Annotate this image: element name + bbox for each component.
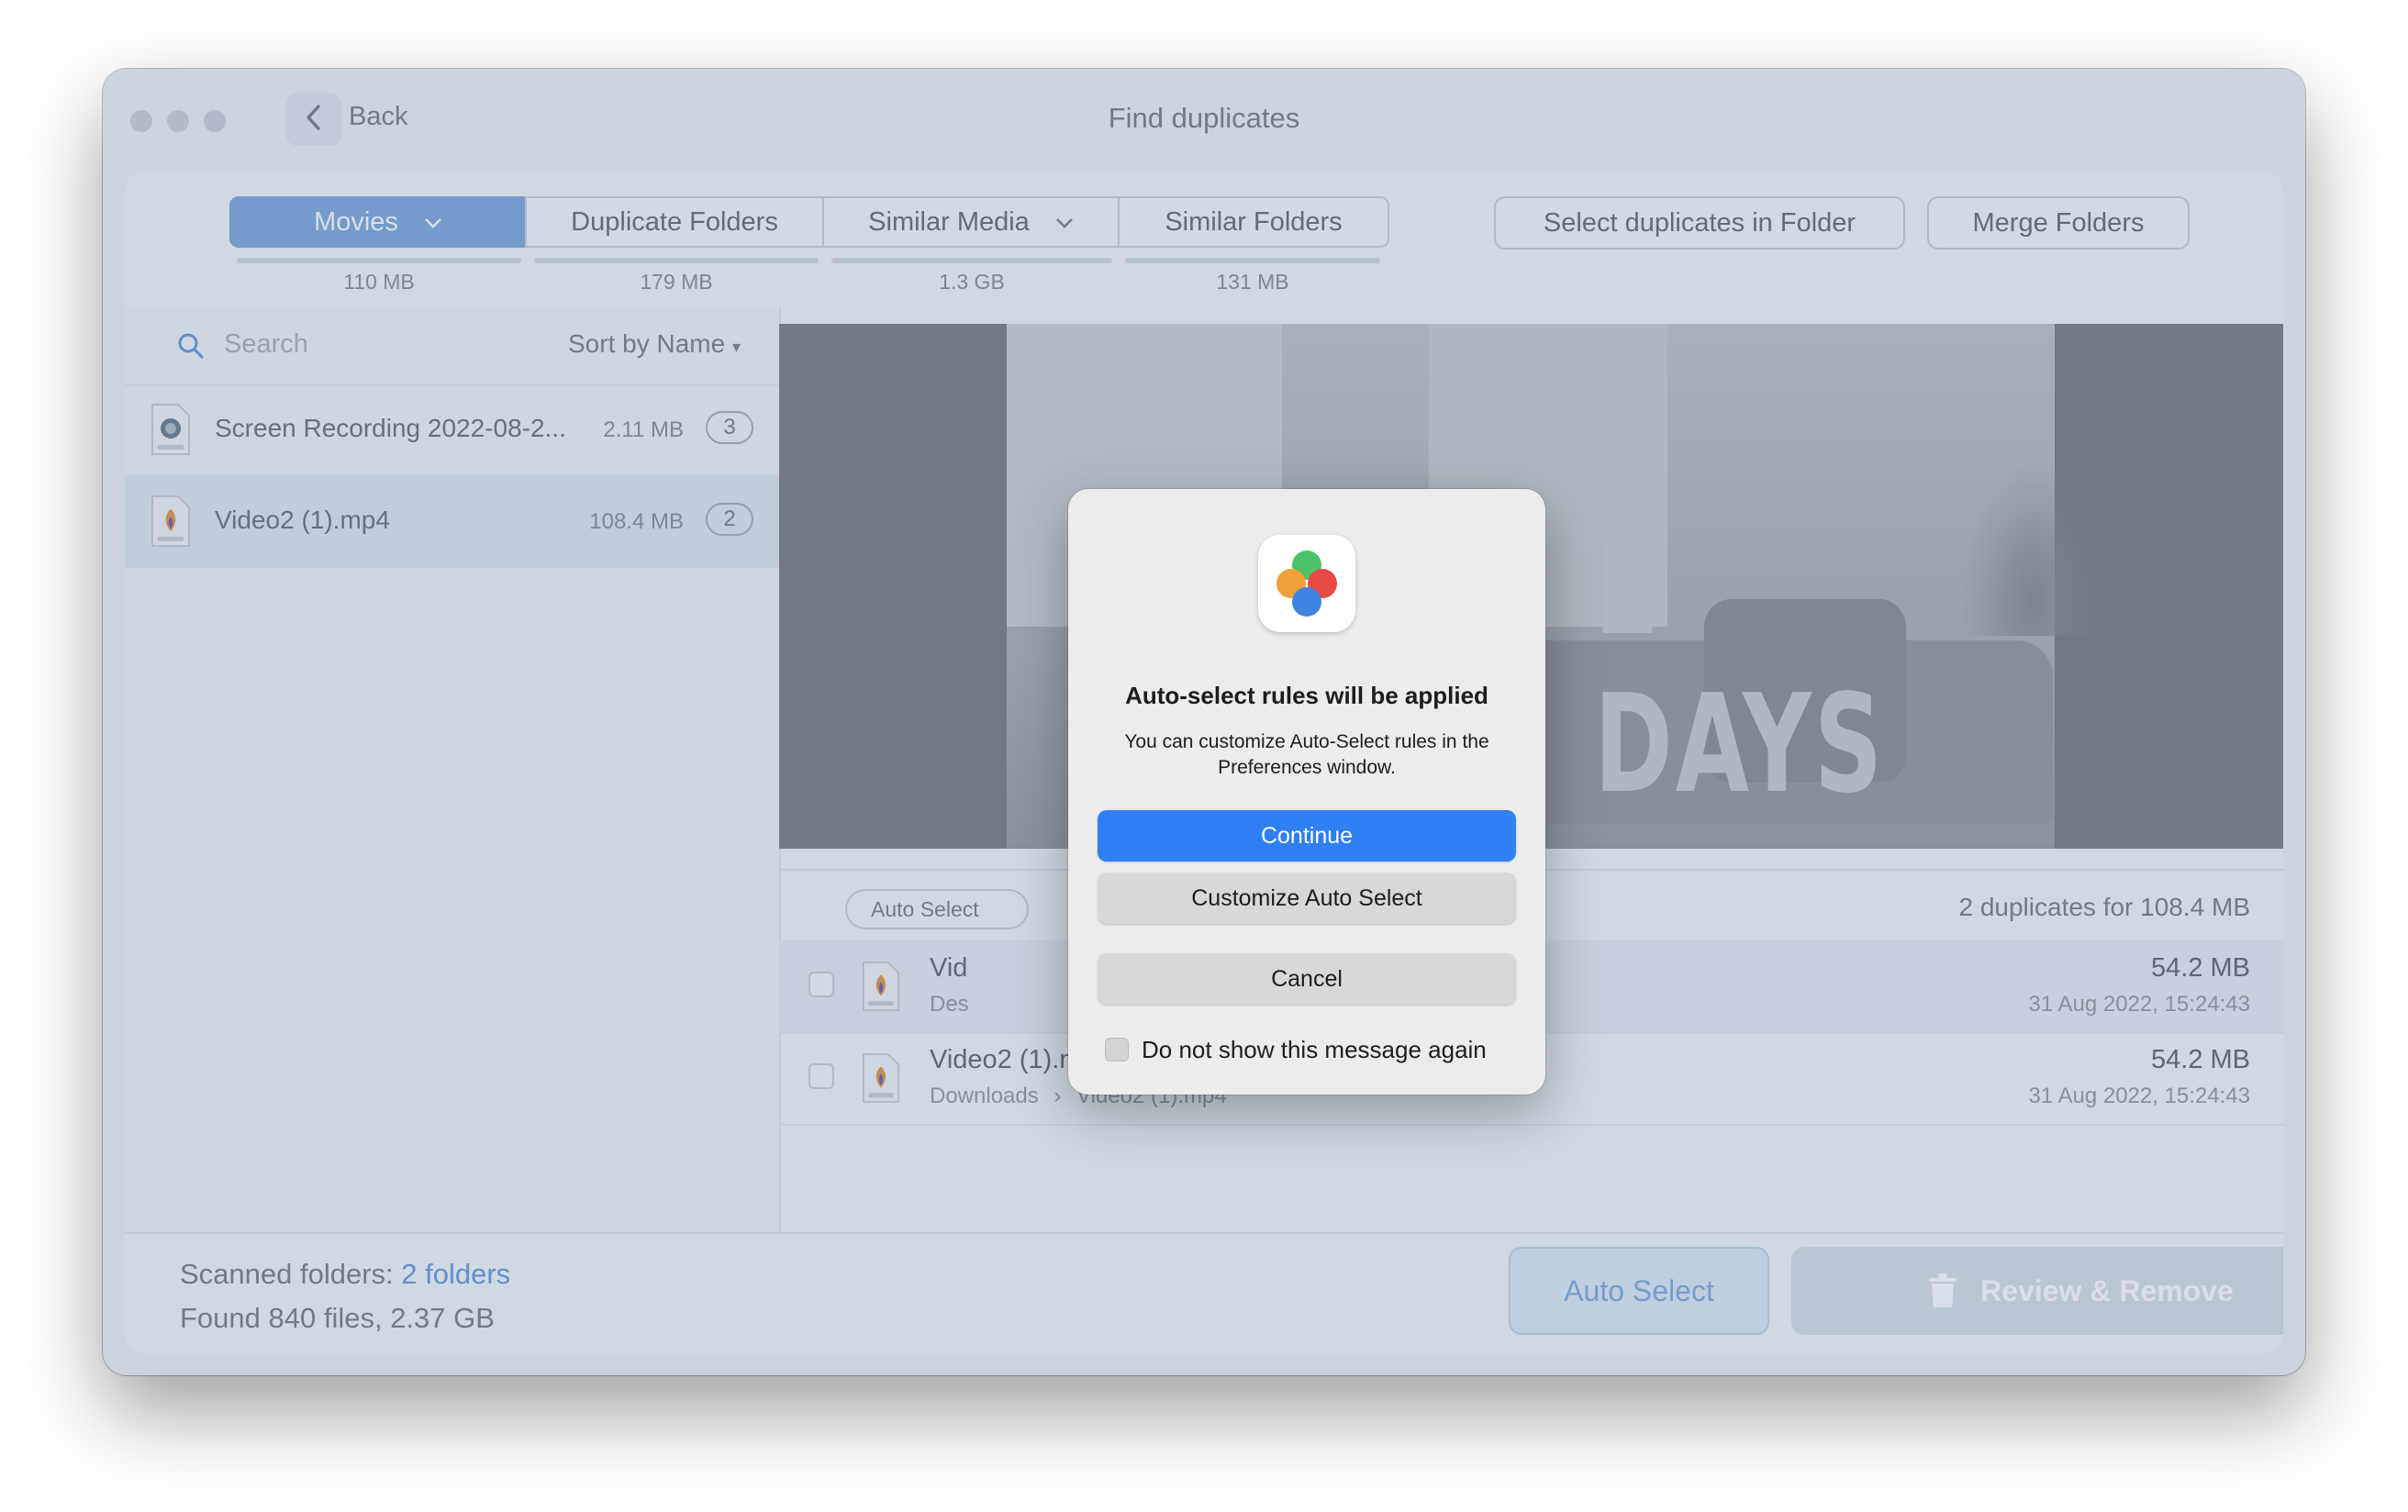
- app-icon: [1258, 535, 1355, 632]
- dialog-message: You can customize Auto-Select rules in t…: [1124, 731, 1489, 778]
- customize-auto-select-button[interactable]: Customize Auto Select: [1098, 873, 1516, 924]
- app-window: Back Find duplicates Movies Duplicate Fo…: [103, 69, 2305, 1375]
- dont-show-again-label[interactable]: Do not show this message again: [1142, 1036, 1487, 1064]
- continue-button[interactable]: Continue: [1098, 810, 1516, 862]
- auto-select-dialog: Auto-select rules will be applied You ca…: [1068, 489, 1545, 1095]
- cancel-button[interactable]: Cancel: [1098, 953, 1516, 1005]
- dont-show-again-checkbox[interactable]: [1105, 1038, 1129, 1062]
- dialog-title: Auto-select rules will be applied: [1125, 682, 1488, 709]
